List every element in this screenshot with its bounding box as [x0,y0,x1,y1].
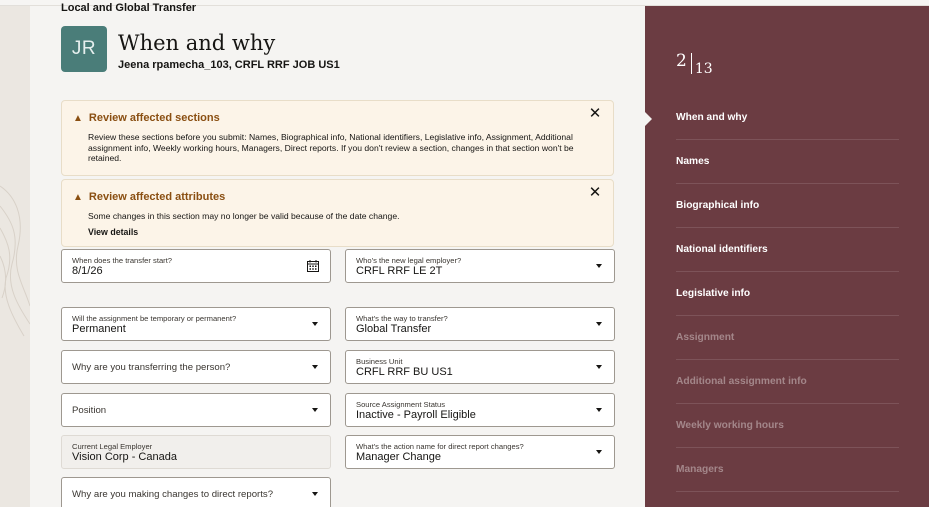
message-title: Review affected sections [88,112,220,124]
transfer-way-select[interactable]: What's the way to transfer? Global Trans… [345,307,615,341]
field-label: What's the way to transfer? [356,314,448,323]
message-title: Review affected attributes [88,191,226,203]
field-label: Current Legal Employer [72,442,153,451]
breadcrumb[interactable]: Local and Global Transfer [61,2,196,14]
nav-item-biographical-info[interactable]: Biographical info [676,184,899,228]
field-label: Business Unit [356,357,403,366]
nav-item-weekly-working-hours: Weekly working hours [676,404,899,448]
business-unit-select[interactable]: Business Unit CRFL RRF BU US1 [345,350,615,384]
chevron-down-icon[interactable] [596,322,602,326]
field-value[interactable]: 8/1/26 [72,265,103,277]
avatar: JR [61,26,107,72]
field-value: Permanent [72,323,126,335]
field-value: Global Transfer [356,323,432,335]
warning-triangle-icon: ▲ [73,191,83,203]
direct-reports-reason-select[interactable]: Why are you making changes to direct rep… [61,477,331,507]
chevron-down-icon[interactable] [596,408,602,412]
source-assignment-status-select[interactable]: Source Assignment Status Inactive - Payr… [345,393,615,427]
nav-item-additional-assignment-info: Additional assignment info [676,360,899,404]
page-subtitle: Jeena rpamecha_103, CRFL RRF JOB US1 [118,59,340,71]
chevron-down-icon[interactable] [596,450,602,454]
current-step: 2 [676,51,687,71]
chevron-down-icon[interactable] [596,264,602,268]
nav-item-assignment: Assignment [676,316,899,360]
assignment-type-select[interactable]: Will the assignment be temporary or perm… [61,307,331,341]
steps-sidebar: 2 13 When and why Names Biographical inf… [645,6,929,507]
active-step-pointer [645,112,652,126]
transfer-reason-select[interactable]: Why are you transferring the person? [61,350,331,384]
field-placeholder: Why are you transferring the person? [72,362,231,373]
chevron-down-icon[interactable] [312,365,318,369]
message-text: Review these sections before you submit:… [88,132,574,163]
nav-item-managers: Managers [676,448,899,492]
field-value: Manager Change [356,451,442,463]
nav-item-national-identifiers[interactable]: National identifiers [676,228,899,272]
field-label: Will the assignment be temporary or perm… [72,314,237,323]
nav-item-legislative-info[interactable]: Legislative info [676,272,899,316]
field-value: CRFL RRF BU US1 [356,366,453,378]
chevron-down-icon[interactable] [312,492,318,496]
field-label: Source Assignment Status [356,400,446,409]
nav-item-names[interactable]: Names [676,140,899,184]
field-placeholder: Why are you making changes to direct rep… [72,489,274,500]
chevron-down-icon[interactable] [312,408,318,412]
step-divider [690,53,692,74]
field-value: Inactive - Payroll Eligible [356,409,476,421]
view-details-link[interactable]: View details [88,227,138,237]
field-label: When does the transfer start? [72,256,173,265]
message-text: Some changes in this section may no long… [88,211,400,221]
close-icon[interactable]: ✕ [588,185,602,200]
legal-employer-select[interactable]: Who's the new legal employer? CRFL RRF L… [345,249,615,283]
calendar-icon[interactable] [306,259,320,278]
background-pattern [0,6,30,507]
total-steps: 13 [694,61,713,77]
review-sections-message: ▲ Review affected sections Review these … [61,100,614,176]
chevron-down-icon[interactable] [312,322,318,326]
field-label: Who's the new legal employer? [356,256,462,265]
field-value: Vision Corp - Canada [72,451,177,463]
position-select[interactable]: Position [61,393,331,427]
field-value: CRFL RRF LE 2T [356,265,443,277]
review-attributes-message: ▲ Review affected attributes Some change… [61,179,614,247]
transfer-start-date-field[interactable]: When does the transfer start? 8/1/26 [61,249,331,283]
warning-triangle-icon: ▲ [73,112,83,124]
close-icon[interactable]: ✕ [588,106,602,121]
main-panel: Local and Global Transfer JR When and wh… [30,2,645,507]
action-name-select[interactable]: What's the action name for direct report… [345,435,615,469]
message-header: ▲ Review affected attributes [73,191,225,203]
step-counter: 2 13 [676,50,713,77]
field-label: What's the action name for direct report… [356,442,524,451]
message-header: ▲ Review affected sections [73,112,220,124]
nav-item-when-and-why[interactable]: When and why [676,96,899,140]
page-title: When and why [118,31,276,55]
field-placeholder: Position [72,405,107,416]
current-legal-employer-field: Current Legal Employer Vision Corp - Can… [61,435,331,469]
chevron-down-icon[interactable] [596,365,602,369]
